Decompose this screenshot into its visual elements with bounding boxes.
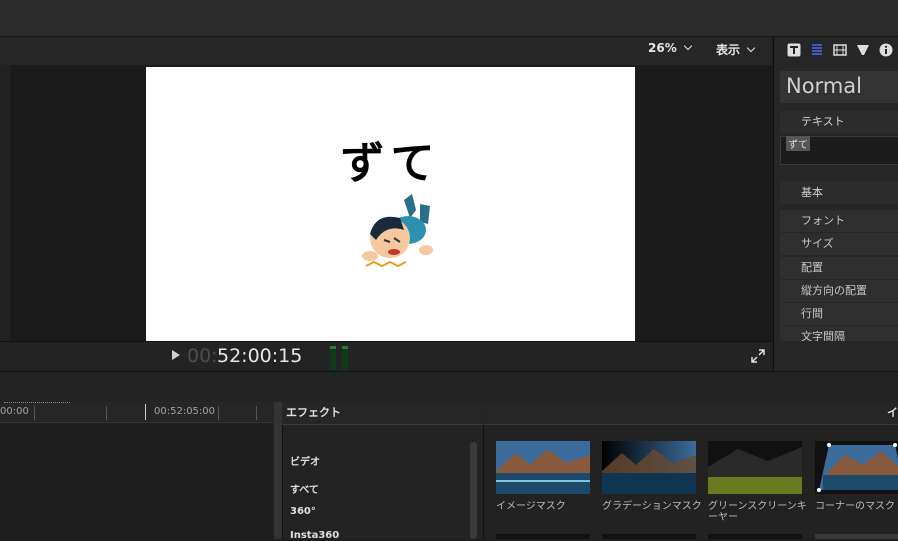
- effects-title: エフェクト: [282, 402, 482, 425]
- effect-thumbnail-row2[interactable]: [496, 534, 590, 539]
- ruler-dots: [4, 402, 70, 403]
- text-style-name: Normal: [786, 74, 862, 98]
- timeline-scrollbar[interactable]: [274, 402, 282, 539]
- prop-vertical-alignment[interactable]: 縦方向の配置: [780, 280, 898, 303]
- playback-bar: [0, 341, 772, 372]
- timeline-ruler[interactable]: 00:00 00:52:05:00: [0, 402, 274, 423]
- prop-line-spacing[interactable]: 行間: [780, 303, 898, 326]
- category-scrollbar[interactable]: [470, 442, 477, 539]
- ruler-tick: [256, 406, 257, 420]
- prop-size[interactable]: サイズ: [780, 233, 898, 256]
- effect-label-green-screen-keyer: グリーンスクリーンキーヤー: [708, 501, 807, 523]
- effect-thumbnail-row2[interactable]: [708, 534, 802, 539]
- ruler-tick: [106, 406, 107, 420]
- category-360[interactable]: 360°: [290, 506, 316, 517]
- audio-meter-left: [330, 346, 336, 370]
- ruler-start-label: 00:00: [0, 406, 29, 417]
- effect-thumbnail-row2[interactable]: [602, 534, 696, 539]
- effect-thumbnail-row2[interactable]: [815, 534, 898, 539]
- info-icon[interactable]: [879, 43, 893, 57]
- section-basic-header[interactable]: 基本: [780, 182, 898, 204]
- prop-alignment[interactable]: 配置: [780, 257, 898, 280]
- effect-thumbnail-gradient-mask[interactable]: [602, 441, 696, 494]
- playhead[interactable]: [145, 404, 146, 420]
- prop-tracking[interactable]: 文字間隔: [780, 326, 898, 342]
- category-all[interactable]: すべて: [290, 481, 319, 496]
- zoom-label: 26%: [648, 41, 677, 55]
- fullscreen-icon[interactable]: [751, 349, 765, 363]
- view-menu[interactable]: 表示: [716, 41, 756, 58]
- effect-thumbnail-image-mask[interactable]: [496, 441, 590, 494]
- ruler-tick: [218, 406, 219, 420]
- ruler-tick: [34, 406, 35, 420]
- section-text-header[interactable]: テキスト: [780, 111, 898, 133]
- timecode: 52:00:15: [217, 345, 303, 367]
- zoom-menu[interactable]: 26%: [648, 41, 692, 55]
- top-toolbar: [0, 0, 898, 37]
- effect-thumbnail-green-screen-keyer[interactable]: [708, 441, 802, 494]
- canvas-title-text: ずて: [340, 138, 441, 189]
- play-icon[interactable]: [172, 350, 180, 360]
- prop-font[interactable]: フォント: [780, 210, 898, 233]
- falling-boy-illustration: [362, 194, 433, 268]
- effect-label-image-mask: イメージマスク: [496, 501, 566, 512]
- audio-meter-right: [342, 346, 348, 370]
- text-input-value: ずて: [786, 136, 810, 151]
- category-insta360[interactable]: Insta360: [290, 530, 339, 541]
- chevron-down-icon: [746, 43, 756, 52]
- viewer-canvas[interactable]: ずて: [146, 67, 635, 341]
- category-video[interactable]: ビデオ: [290, 453, 320, 468]
- effect-label-corner-mask: コーナーのマスク: [815, 501, 895, 512]
- paragraph-icon[interactable]: [810, 43, 824, 57]
- video-icon[interactable]: [833, 43, 847, 57]
- timecode-prefix: 00:: [187, 345, 218, 367]
- timeline-toolbar: [0, 371, 898, 402]
- chevron-down-icon: [683, 41, 692, 51]
- effects-browser-header: イ: [483, 402, 898, 425]
- effect-label-gradient-mask: グラデーションマスク: [602, 501, 702, 512]
- view-menu-label: 表示: [716, 43, 741, 57]
- ruler-mark-label: 00:52:05:00: [154, 406, 216, 417]
- filter-icon[interactable]: [856, 43, 870, 57]
- text-inspector-icon[interactable]: [787, 43, 801, 57]
- effect-thumbnail-corner-mask[interactable]: [815, 441, 898, 494]
